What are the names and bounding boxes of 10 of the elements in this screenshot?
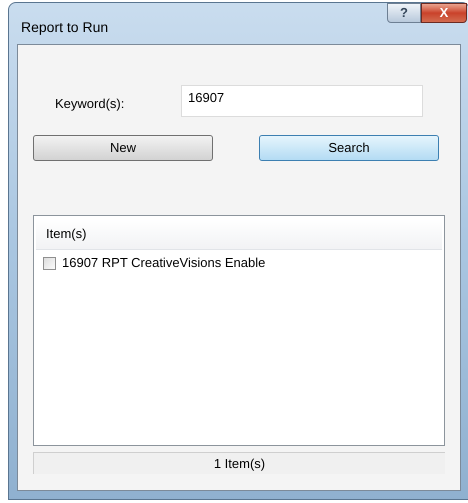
action-button[interactable]: Search bbox=[259, 135, 439, 161]
action-button[interactable]: New bbox=[33, 135, 213, 161]
item-label[interactable]: 16907 RPT CreativeVisions Enable bbox=[62, 253, 266, 273]
window-title: Report to Run bbox=[21, 18, 108, 37]
close-button[interactable]: X bbox=[421, 3, 467, 23]
keyword-label: Keyword(s): bbox=[55, 95, 126, 114]
help-button[interactable]: ? bbox=[387, 3, 421, 23]
keyword-field[interactable]: 16907 bbox=[181, 85, 423, 117]
item-checkbox[interactable] bbox=[43, 256, 56, 270]
status-bar: 1 Item(s) bbox=[33, 452, 445, 474]
